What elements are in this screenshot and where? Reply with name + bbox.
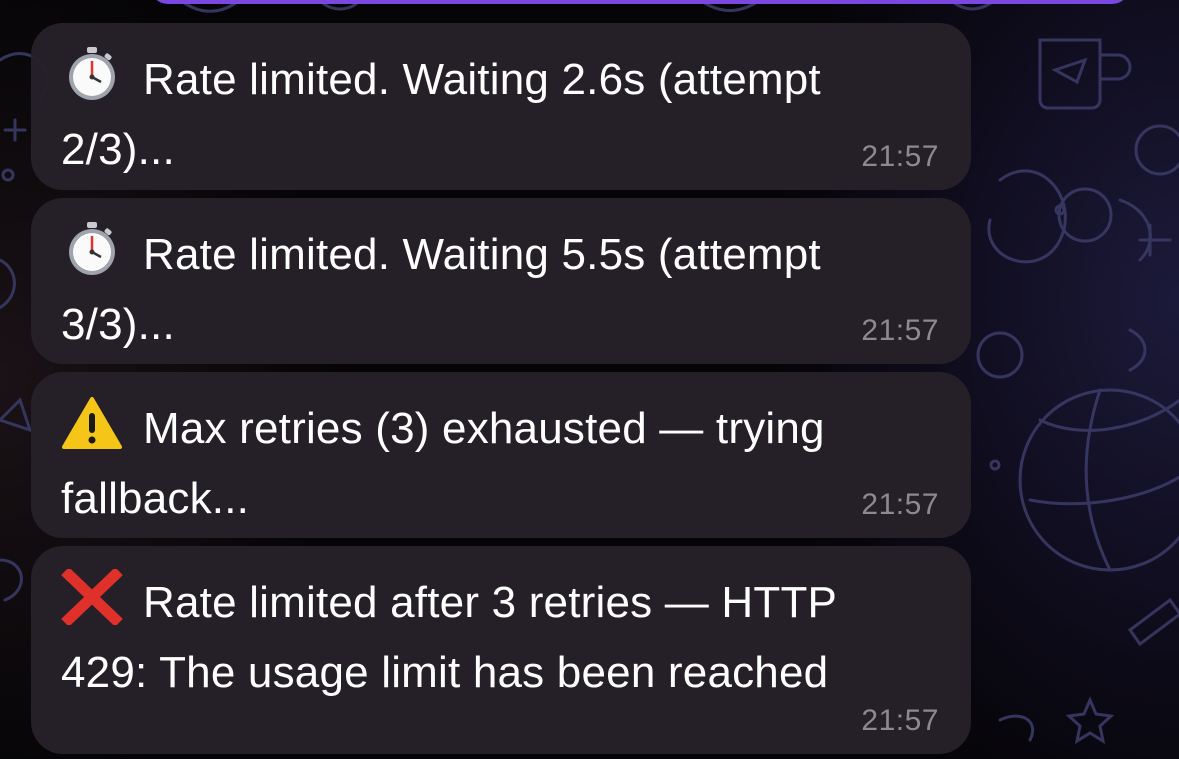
message-row: Rate limited after 3 retries — HTTP 429:… [61, 567, 941, 708]
message-timestamp: 21:57 [861, 314, 939, 347]
message-text: Rate limited. Waiting 5.5s (attempt 3/3)… [61, 230, 821, 349]
message-row: Rate limited. Waiting 5.5s (attempt 3/3)… [61, 220, 941, 360]
message-timestamp: 21:57 [861, 140, 939, 173]
previous-message-bubble-edge [150, 0, 1130, 4]
message-text: Rate limited after 3 retries — HTTP 429:… [61, 578, 838, 697]
message-text: Rate limited. Waiting 2.6s (attempt 2/3)… [61, 55, 821, 174]
message-bubble[interactable]: Max retries (3) exhausted — trying fallb… [31, 372, 971, 538]
message-bubble[interactable]: Rate limited. Waiting 5.5s (attempt 3/3)… [31, 198, 971, 364]
message-timestamp: 21:57 [861, 704, 939, 737]
message-row: Max retries (3) exhausted — trying fallb… [61, 394, 941, 534]
cross-mark-icon [61, 567, 123, 627]
message-timestamp: 21:57 [861, 488, 939, 521]
message-text: Max retries (3) exhausted — trying fallb… [61, 404, 825, 523]
message-bubble[interactable]: Rate limited after 3 retries — HTTP 429:… [31, 546, 971, 754]
warning-icon [61, 395, 123, 451]
stopwatch-icon [61, 46, 123, 102]
message-row: Rate limited. Waiting 2.6s (attempt 2/3)… [61, 45, 941, 185]
stopwatch-icon [61, 221, 123, 277]
message-bubble[interactable]: Rate limited. Waiting 2.6s (attempt 2/3)… [31, 23, 971, 190]
